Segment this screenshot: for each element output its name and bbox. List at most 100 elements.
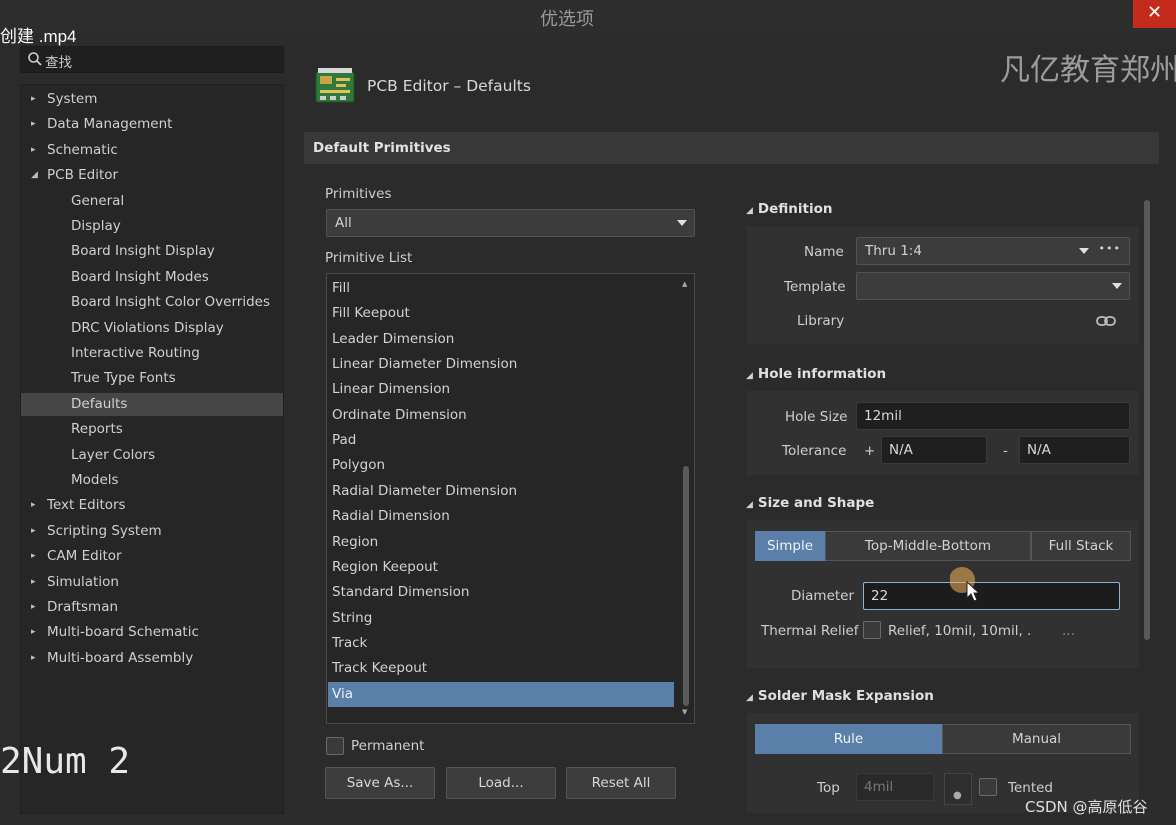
primitive-list-item[interactable]: Linear Dimension [328,377,674,402]
nav-item-defaults[interactable]: Defaults [21,392,283,416]
reset-all-button[interactable]: Reset All [566,767,676,799]
primitive-list-item[interactable]: Track [328,631,674,656]
primitive-list-item[interactable]: String [328,606,674,631]
primitive-list-item[interactable]: Linear Diameter Dimension [328,352,674,377]
nav-item-simulation[interactable]: ▸ Simulation [21,571,283,594]
nav-item-board-insight-color-overrides[interactable]: Board Insight Color Overrides [21,291,283,314]
scroll-down-icon[interactable]: ▼ [682,708,687,716]
primitive-list-item[interactable]: Standard Dimension [328,580,674,605]
mode-simple-tab[interactable]: Simple [755,531,825,561]
primitive-list-item[interactable]: Fill [328,276,674,301]
nav-item-system[interactable]: ▸ System [21,88,283,111]
solder-mask-group-title[interactable]: ◢ Solder Mask Expansion [746,688,934,704]
primitive-list-item[interactable]: Via [328,681,674,707]
nav-item-layer-colors[interactable]: Layer Colors [21,444,283,467]
nav-item-label: Reports [71,421,123,438]
nav-item-data-management[interactable]: ▸ Data Management [21,113,283,136]
nav-item-schematic[interactable]: ▸ Schematic [21,139,283,162]
nav-item-label: Draftsman [47,599,119,615]
scroll-up-icon[interactable]: ▲ [682,280,687,288]
nav-item-label: Schematic [47,141,118,158]
nav-item-draftsman[interactable]: ▸ Draftsman [21,596,283,619]
link-icon[interactable] [1095,313,1117,329]
template-dropdown[interactable] [856,272,1130,300]
list-scroll-thumb[interactable] [683,466,689,706]
hole-info-group-title[interactable]: ◢ Hole information [746,366,886,382]
expand-right-icon[interactable]: ▸ [31,88,36,111]
tolerance-plus-field[interactable]: N/A [881,436,987,464]
expand-down-icon[interactable]: ◢ [31,164,38,187]
lock-button[interactable]: ● [944,773,972,805]
solder-mask-rule-tab[interactable]: Rule [755,724,942,754]
definition-title: Definition [757,201,833,217]
nav-item-label: Layer Colors [71,446,156,463]
pcb-board-icon [315,68,355,103]
expand-right-icon[interactable]: ▸ [31,139,36,162]
expand-right-icon[interactable]: ▸ [31,571,36,594]
expand-right-icon[interactable]: ▸ [31,545,36,568]
primitives-dropdown[interactable]: All [326,209,695,237]
thermal-relief-more-button[interactable]: ... [1062,623,1075,639]
tented-checkbox[interactable] [979,778,997,796]
expand-right-icon[interactable]: ▸ [31,647,36,670]
primitive-list-item[interactable]: Region [328,530,674,555]
nav-item-scripting-system[interactable]: ▸ Scripting System [21,520,283,543]
nav-item-board-insight-modes[interactable]: Board Insight Modes [21,266,283,289]
primitive-list[interactable]: ▲ ▼ Fill Fill Keepout Leader Dimension Line… [326,273,695,724]
nav-item-reports[interactable]: Reports [21,418,283,441]
primitive-list-item[interactable]: Track Keepout [328,656,674,681]
nav-item-interactive-routing[interactable]: Interactive Routing [21,342,283,365]
solder-mask-top-value: 4mil [864,779,894,795]
diameter-field[interactable]: 22 [863,582,1120,610]
nav-item-models[interactable]: Models [21,469,283,492]
primitive-list-item[interactable]: Radial Dimension [328,504,674,529]
hole-size-value: 12mil [864,408,902,424]
nav-item-text-editors[interactable]: ▸ Text Editors [21,494,283,517]
save-as-button[interactable]: Save As... [325,767,435,799]
nav-item-display[interactable]: Display [21,215,283,238]
size-shape-title: Size and Shape [757,495,875,511]
library-label: Library [797,313,845,329]
expand-right-icon[interactable]: ▸ [31,596,36,619]
list-scrollbar[interactable]: ▲ ▼ [680,276,692,721]
expand-right-icon[interactable]: ▸ [31,113,36,136]
mode-top-middle-bottom-tab[interactable]: Top-Middle-Bottom [825,531,1031,561]
tolerance-plus-sign: + [864,443,876,459]
permanent-checkbox[interactable] [326,737,344,755]
more-options-icon[interactable]: ••• [1099,242,1121,255]
search-input[interactable]: 查找 [20,46,284,73]
tolerance-minus-field[interactable]: N/A [1019,436,1130,464]
nav-item-true-type-fonts[interactable]: True Type Fonts [21,367,283,390]
expand-right-icon[interactable]: ▸ [31,520,36,543]
name-dropdown[interactable]: Thru 1:4 ••• [856,237,1130,265]
expand-right-icon[interactable]: ▸ [31,494,36,517]
options-scroll-thumb[interactable] [1144,200,1150,640]
options-scrollbar[interactable] [1142,188,1152,800]
primitive-list-item[interactable]: Pad [328,428,674,453]
primitive-list-item[interactable]: Leader Dimension [328,327,674,352]
primitive-list-item[interactable]: Polygon [328,453,674,478]
solder-mask-manual-tab[interactable]: Manual [942,724,1131,754]
primitive-list-item[interactable]: Fill Keepout [328,301,674,326]
mode-full-stack-tab[interactable]: Full Stack [1031,531,1131,561]
nav-item-cam-editor[interactable]: ▸ CAM Editor [21,545,283,568]
primitive-list-item[interactable]: Region Keepout [328,555,674,580]
nav-item-board-insight-display[interactable]: Board Insight Display [21,240,283,263]
nav-item-label: Board Insight Display [71,243,215,260]
nav-item-drc-violations-display[interactable]: DRC Violations Display [21,317,283,340]
close-button[interactable]: ✕ [1133,0,1176,28]
chevron-down-icon [1079,248,1089,254]
nav-item-pcb-editor[interactable]: ◢ PCB Editor [21,164,283,187]
load-button[interactable]: Load... [446,767,556,799]
nav-item-multi-board-schematic[interactable]: ▸ Multi-board Schematic [21,621,283,644]
primitive-list-item[interactable]: Radial Diameter Dimension [328,479,674,504]
primitive-list-item[interactable]: Ordinate Dimension [328,403,674,428]
definition-group-title[interactable]: ◢ Definition [746,201,833,217]
size-shape-group-title[interactable]: ◢ Size and Shape [746,495,874,511]
thermal-relief-checkbox[interactable] [863,621,881,639]
nav-item-multi-board-assembly[interactable]: ▸ Multi-board Assembly [21,647,283,670]
expand-right-icon[interactable]: ▸ [31,621,36,644]
hole-size-field[interactable]: 12mil [856,402,1130,430]
nav-item-general[interactable]: General [21,190,283,213]
thermal-relief-label: Thermal Relief [761,623,859,639]
